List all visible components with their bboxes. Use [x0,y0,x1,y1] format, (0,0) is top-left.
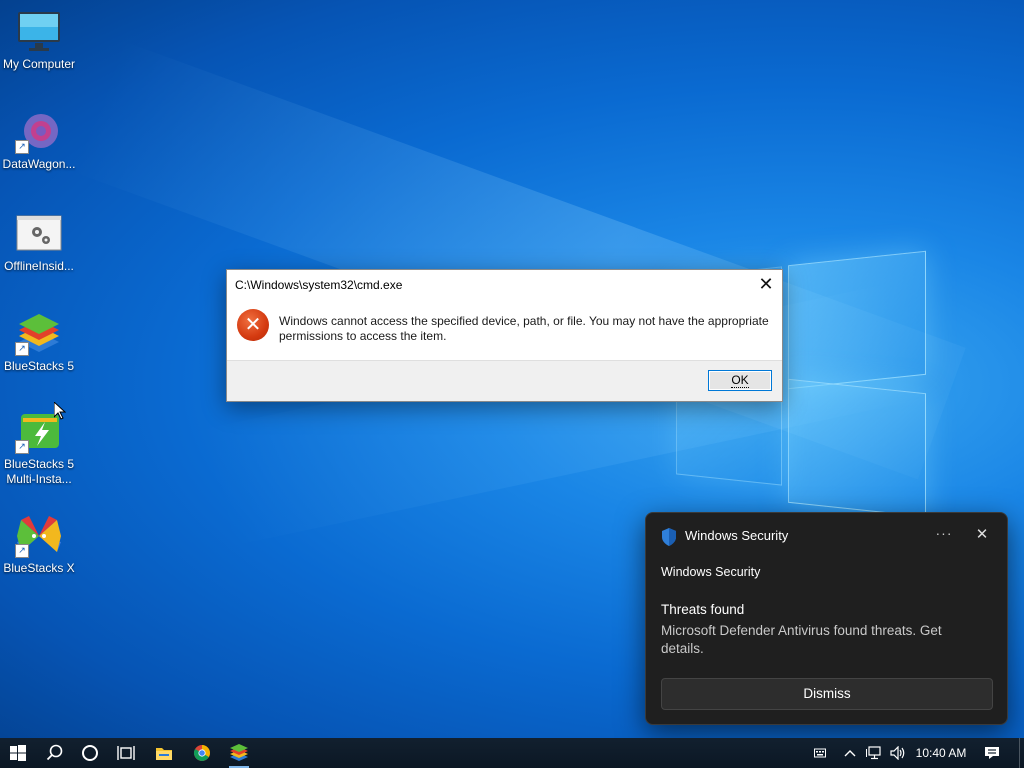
desktop-icon-label: BlueStacks 5 [3,359,75,373]
close-icon[interactable]: ✕ [971,524,993,546]
desktop-icon-offlineinsider[interactable]: OfflineInsid... [0,212,79,274]
shortcut-arrow-icon: ↗ [15,544,29,558]
desktop-icon-bluestacks-x[interactable]: ↗ BlueStacks X [0,514,79,576]
desktop-icon-bluestacks-5[interactable]: ↗ BlueStacks 5 [0,312,79,374]
shortcut-arrow-icon: ↗ [15,342,29,356]
desktop-icon-label: BlueStacks X [3,561,75,575]
desktop-icon-label: OfflineInsid... [4,259,74,273]
desktop-icon-bluestacks-multi-instance[interactable]: ↗ BlueStacks 5 Multi-Insta... [0,410,79,487]
computer-icon [15,10,63,54]
volume-icon[interactable] [887,738,909,768]
show-desktop-button[interactable] [1019,738,1024,768]
toast-app-name: Windows Security [685,528,789,543]
toast-body: Microsoft Defender Antivirus found threa… [661,623,942,656]
toast-heading: Threats found [661,602,745,617]
notification-icon[interactable] [980,738,1004,768]
error-dialog: C:\Windows\system32\cmd.exe ✕ ✕ Windows … [226,269,783,402]
close-icon[interactable]: ✕ [750,270,782,298]
error-icon: ✕ [237,309,269,341]
taskbar: 10:40 AM [0,738,1024,768]
chrome-icon[interactable] [184,738,220,768]
shortcut-arrow-icon: ↗ [15,440,29,454]
desktop-icon-label: BlueStacks 5 Multi-Insta... [3,457,75,486]
windows-security-notification[interactable]: Windows Security ··· ✕ Windows Security … [645,512,1008,725]
dialog-body: ✕ Windows cannot access the specified de… [227,298,782,360]
gear-icon: ↗ [15,110,63,154]
cortana-icon[interactable] [72,738,108,768]
ok-button-label: OK [731,373,749,388]
settings-window-icon [15,212,63,256]
file-explorer-icon[interactable] [146,738,182,768]
desktop-icon-my-computer[interactable]: My Computer [0,10,79,72]
shield-icon [662,528,676,546]
bluestacks-x-icon: ↗ [15,514,63,558]
shortcut-arrow-icon: ↗ [15,140,29,154]
chevron-up-icon[interactable] [840,738,860,768]
dismiss-button[interactable]: Dismiss [661,678,993,710]
desktop-icon-label: My Computer [2,57,76,71]
desktop-icon-label: DataWagon... [2,157,76,171]
network-icon[interactable] [863,738,885,768]
mouse-cursor-icon [54,402,66,420]
dialog-message: Windows cannot access the specified devi… [279,314,769,343]
start-icon[interactable] [0,738,36,768]
keyboard-icon[interactable] [810,738,830,768]
desktop-icon-datawagon[interactable]: ↗ DataWagon... [0,110,79,172]
taskbar-clock[interactable]: 10:40 AM [912,738,970,768]
ok-button[interactable]: OK [708,370,772,391]
dialog-title: C:\Windows\system32\cmd.exe [235,278,403,292]
search-icon[interactable] [37,738,73,768]
dialog-titlebar[interactable]: C:\Windows\system32\cmd.exe ✕ [227,270,782,298]
dialog-footer: OK [227,360,782,401]
toast-attribution: Windows Security [661,565,761,579]
more-options-icon[interactable]: ··· [932,525,956,545]
bluestacks-icon[interactable] [221,738,257,768]
task-view-icon[interactable] [108,738,144,768]
bluestacks-icon: ↗ [15,312,63,356]
